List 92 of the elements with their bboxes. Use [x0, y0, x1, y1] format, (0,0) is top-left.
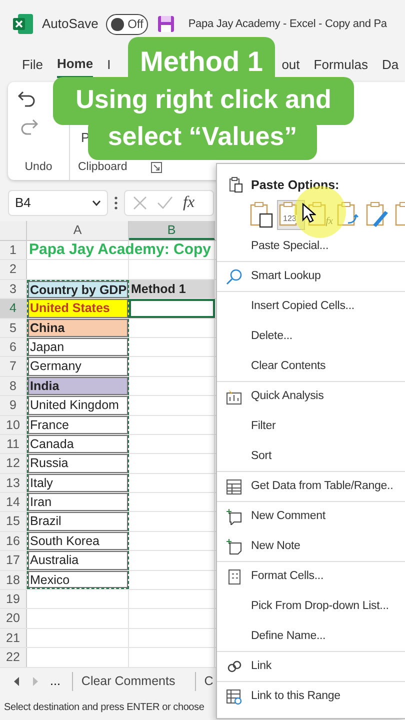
group-label: Clipboard: [78, 160, 128, 175]
ribbon-tab[interactable]: Da: [382, 53, 399, 77]
ribbon-tab[interactable]: Formulas: [314, 53, 368, 77]
table-cell: South Korea: [27, 532, 129, 550]
format-icon: [226, 569, 242, 585]
note-icon: [226, 538, 242, 554]
caret-icon: [92, 200, 101, 206]
comment-icon: [226, 509, 242, 525]
table-cell: United Kingdom: [27, 396, 129, 415]
autosave-toggle[interactable]: Off: [106, 14, 148, 34]
paste-option-button[interactable]: [249, 201, 275, 229]
table-link-icon: [226, 689, 242, 705]
search-icon: [226, 268, 242, 284]
pointer-cursor-icon: [302, 203, 316, 223]
link-icon: [226, 658, 242, 674]
table-cell: United States: [27, 299, 129, 318]
ribbon-tab[interactable]: File: [22, 53, 43, 77]
insert-function-button[interactable]: fx: [183, 191, 195, 215]
table-cell: Australia: [27, 551, 129, 570]
row-header[interactable]: 17: [0, 551, 27, 570]
table-icon: [226, 478, 242, 494]
ribbon-tab[interactable]: out: [282, 53, 300, 77]
group-label: Undo: [24, 160, 54, 175]
menu-heading: Paste Options:: [251, 176, 340, 194]
row-header[interactable]: 2: [0, 260, 27, 279]
menu-item[interactable]: Sort: [217, 442, 405, 472]
scroll-left-icon[interactable]: [14, 677, 20, 686]
row-header[interactable]: 11: [0, 434, 27, 454]
menu-item[interactable]: Delete...: [217, 322, 405, 352]
column-header[interactable]: B: [129, 221, 215, 240]
paste-paste-icon: [249, 201, 275, 229]
table-cell: Russia: [27, 454, 129, 473]
menu-item[interactable]: Smart Lookup: [217, 262, 405, 292]
row-header[interactable]: 10: [0, 416, 27, 434]
sheet-title: Papa Jay Academy: Copy: [29, 241, 212, 259]
menu-item[interactable]: Quick Analysis: [217, 382, 405, 412]
name-box[interactable]: B4: [8, 190, 108, 216]
menu-item[interactable]: Clear Contents: [217, 352, 405, 382]
ribbon-tab[interactable]: I: [107, 53, 111, 77]
row-header[interactable]: 4: [0, 299, 27, 318]
row-header[interactable]: 3: [0, 280, 27, 298]
more-sheets-button[interactable]: ...: [50, 672, 60, 691]
table-cell: Iran: [27, 493, 129, 512]
row-header[interactable]: 16: [0, 532, 27, 550]
dialog-launcher-icon[interactable]: [151, 162, 162, 173]
table-cell: Method 1: [129, 280, 215, 298]
chart-icon: [226, 389, 242, 405]
formatting-paste-icon: [365, 201, 391, 229]
table-cell: Country by GDP: [27, 280, 129, 298]
row-header[interactable]: 18: [0, 570, 27, 590]
row-header[interactable]: 9: [0, 396, 27, 415]
row-header[interactable]: 20: [0, 609, 27, 628]
table-cell: Canada: [27, 434, 129, 454]
row-header[interactable]: 13: [0, 474, 27, 492]
menu-item[interactable]: Filter: [217, 412, 405, 442]
table-cell: Brazil: [27, 512, 129, 531]
table-cell: Germany: [27, 357, 129, 376]
window-title: Papa Jay Academy - Excel - Copy and Pa: [188, 16, 387, 32]
menu-item[interactable]: Insert Copied Cells...: [217, 292, 405, 322]
menu-item[interactable]: Link: [217, 652, 405, 682]
row-header[interactable]: 5: [0, 318, 27, 337]
table-cell: Japan: [27, 338, 129, 356]
row-header[interactable]: 21: [0, 628, 27, 648]
table-cell: India: [27, 376, 129, 396]
menu-item[interactable]: Format Cells...: [217, 562, 405, 592]
excel-icon[interactable]: [12, 13, 34, 35]
row-header[interactable]: 15: [0, 512, 27, 531]
table-cell: Italy: [27, 474, 129, 492]
menu-item[interactable]: New Comment: [217, 502, 405, 532]
row-header[interactable]: 1: [0, 241, 27, 260]
menu-item[interactable]: Define Name...: [217, 622, 405, 652]
table-cell: France: [27, 416, 129, 434]
menu-item[interactable]: Pick From Drop-down List...: [217, 592, 405, 622]
row-header[interactable]: 7: [0, 357, 27, 376]
row-header[interactable]: 14: [0, 493, 27, 512]
menu-item[interactable]: Paste Special...: [217, 232, 405, 262]
active-cell[interactable]: [129, 299, 215, 318]
autosave-label: AutoSave: [42, 15, 98, 34]
row-header[interactable]: 12: [0, 454, 27, 473]
save-icon[interactable]: [156, 14, 176, 34]
row-header[interactable]: 8: [0, 376, 27, 396]
sheet-tab[interactable]: Clear Comments: [72, 672, 184, 691]
row-header[interactable]: 22: [0, 648, 27, 667]
menu-item[interactable]: Get Data from Table/Range..: [217, 472, 405, 502]
row-header[interactable]: 19: [0, 590, 27, 608]
table-cell: China: [27, 318, 129, 337]
row-header[interactable]: 6: [0, 338, 27, 356]
check-icon[interactable]: [157, 196, 173, 210]
clipboard-icon: [229, 177, 243, 193]
more-icon[interactable]: [114, 196, 118, 210]
menu-item[interactable]: New Note: [217, 532, 405, 562]
table-cell: Mexico: [27, 570, 129, 590]
